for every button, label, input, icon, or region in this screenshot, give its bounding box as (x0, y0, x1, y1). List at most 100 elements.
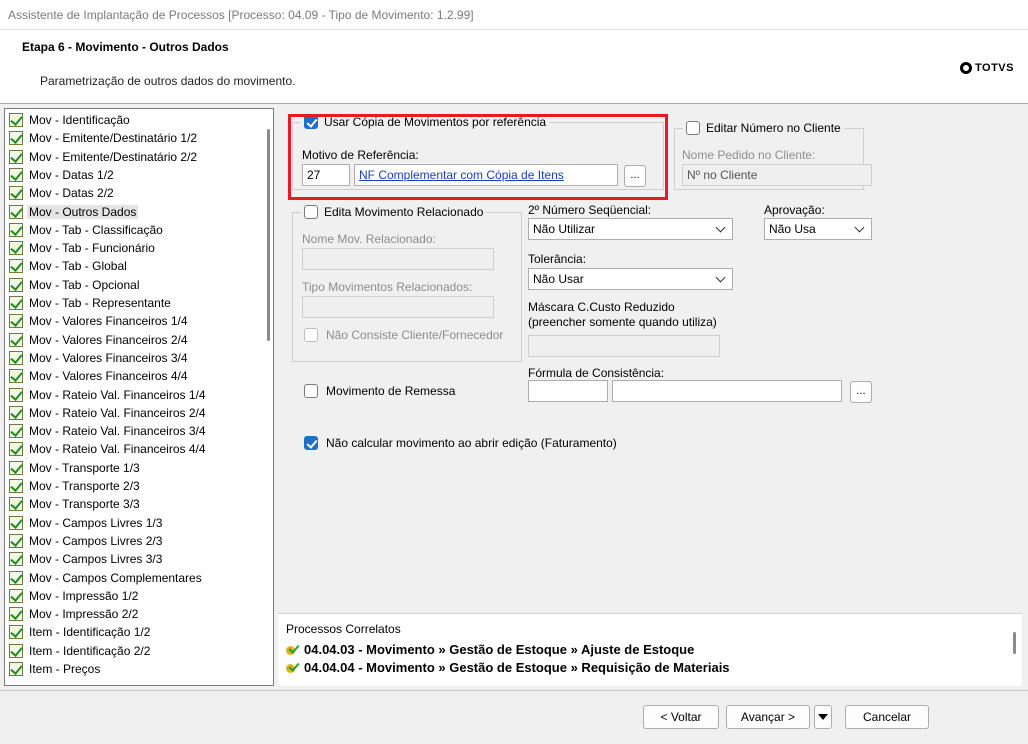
step-complete-icon (9, 149, 23, 164)
aprovacao-select[interactable]: Não Usa (764, 218, 872, 240)
step-item[interactable]: Item - Identificação 1/2 (9, 623, 152, 641)
step-item[interactable]: Mov - Tab - Representante (9, 294, 173, 312)
step-item[interactable]: Mov - Rateio Val. Financeiros 1/4 (9, 386, 208, 404)
step-label: Mov - Rateio Val. Financeiros 1/4 (29, 387, 206, 402)
step-item[interactable]: Mov - Rateio Val. Financeiros 2/4 (9, 404, 208, 422)
step-complete-icon (9, 369, 23, 384)
step-item[interactable]: Item - Identificação 2/2 (9, 642, 152, 660)
nao-calcular-checkbox-box[interactable] (304, 436, 318, 450)
step-item[interactable]: Mov - Datas 2/2 (9, 184, 116, 202)
correlatos-scrollbar[interactable] (1013, 632, 1016, 654)
remessa-checkbox[interactable]: Movimento de Remessa (304, 384, 455, 398)
step-item[interactable]: Mov - Campos Livres 1/3 (9, 514, 164, 532)
step-label: Mov - Campos Livres 1/3 (29, 515, 163, 530)
step-complete-icon (9, 405, 23, 420)
chevron-down-icon (715, 222, 726, 232)
segundo-numero-value: Não Utilizar (533, 222, 596, 236)
highlight-annotation (288, 114, 668, 200)
nao-consiste-checkbox-box[interactable] (304, 328, 318, 342)
step-list[interactable]: Mov - Identificação Mov - Emitente/Destin… (4, 108, 274, 686)
step-complete-icon (9, 222, 23, 237)
step-item[interactable]: Mov - Rateio Val. Financeiros 4/4 (9, 440, 208, 458)
formula-code-input[interactable] (528, 380, 608, 402)
pedido-cliente-input[interactable]: Nº no Cliente (682, 164, 872, 186)
step-complete-icon (9, 588, 23, 603)
step-item[interactable]: Mov - Campos Complementares (9, 569, 204, 587)
nao-calcular-checkbox[interactable]: Não calcular movimento ao abrir edição (… (304, 436, 617, 450)
correlato-label[interactable]: 04.04.04 - Movimento » Gestão de Estoque… (304, 660, 730, 675)
formula-description-input[interactable] (612, 380, 842, 402)
cancelar-button[interactable]: Cancelar (845, 705, 929, 729)
chevron-down-icon (715, 272, 726, 282)
step-complete-icon (9, 625, 23, 640)
voltar-button[interactable]: < Voltar (643, 705, 719, 729)
chevron-down-icon (854, 222, 865, 232)
step-item[interactable]: Mov - Tab - Global (9, 257, 129, 275)
mascara-input[interactable] (528, 335, 720, 357)
step-item[interactable]: Mov - Tab - Funcionário (9, 239, 157, 257)
step-item[interactable]: Mov - Tab - Classificação (9, 221, 165, 239)
remessa-checkbox-box[interactable] (304, 384, 318, 398)
step-item[interactable]: Mov - Transporte 2/3 (9, 477, 142, 495)
edita-mov-checkbox[interactable]: Edita Movimento Relacionado (301, 205, 487, 219)
aprovacao-label: Aprovação: (764, 203, 825, 217)
step-item[interactable]: Mov - Valores Financeiros 1/4 (9, 312, 190, 330)
step-item[interactable]: Mov - Impressão 1/2 (9, 587, 140, 605)
step-label: Mov - Impressão 1/2 (29, 588, 139, 603)
step-label: Mov - Tab - Funcionário (29, 241, 155, 256)
step-item[interactable]: Mov - Outros Dados (9, 203, 139, 221)
nome-mov-input[interactable] (302, 248, 494, 270)
step-label: Mov - Transporte 2/3 (29, 479, 140, 493)
step-item[interactable]: Item - Preços (9, 660, 102, 678)
correlato-item[interactable]: 04.04.04 - Movimento » Gestão de Estoque… (286, 660, 730, 675)
step-item[interactable]: Mov - Campos Livres 3/3 (9, 550, 164, 568)
step-label: Mov - Campos Complementares (29, 570, 202, 585)
step-item[interactable]: Mov - Valores Financeiros 2/4 (9, 331, 190, 349)
editar-numero-checkbox[interactable]: Editar Número no Cliente (683, 121, 844, 135)
correlatos-title: Processos Correlatos (286, 622, 401, 636)
step-item[interactable]: Mov - Campos Livres 2/3 (9, 532, 164, 550)
step-item[interactable]: Mov - Valores Financeiros 4/4 (9, 367, 190, 385)
step-label: Mov - Tab - Global (29, 259, 127, 274)
step-item[interactable]: Mov - Emitente/Destinatário 1/2 (9, 129, 199, 147)
step-label: Mov - Tab - Representante (29, 296, 171, 310)
step-item[interactable]: Mov - Rateio Val. Financeiros 3/4 (9, 422, 208, 440)
step-complete-icon (9, 296, 23, 310)
step-item[interactable]: Mov - Transporte 3/3 (9, 495, 142, 513)
step-complete-icon (9, 113, 23, 127)
segundo-numero-select[interactable]: Não Utilizar (528, 218, 733, 240)
step-label: Item - Identificação 2/2 (29, 643, 151, 658)
step-item[interactable]: Mov - Emitente/Destinatário 2/2 (9, 148, 199, 166)
step-complete-icon (9, 570, 23, 585)
footer-divider (0, 690, 1028, 691)
tolerancia-select[interactable]: Não Usar (528, 268, 733, 290)
avancar-button[interactable]: Avançar > (726, 705, 810, 729)
window-title: Assistente de Implantação de Processos [… (8, 8, 474, 22)
step-item[interactable]: Mov - Transporte 1/3 (9, 459, 142, 477)
step-label: Mov - Datas 1/2 (29, 167, 114, 182)
process-check-icon (286, 643, 300, 657)
correlato-label[interactable]: 04.04.03 - Movimento » Gestão de Estoque… (304, 642, 694, 657)
step-complete-icon (9, 479, 23, 493)
correlato-item[interactable]: 04.04.03 - Movimento » Gestão de Estoque… (286, 642, 694, 657)
step-item[interactable]: Mov - Valores Financeiros 3/4 (9, 349, 190, 367)
step-label: Mov - Rateio Val. Financeiros 4/4 (29, 442, 206, 457)
editar-numero-checkbox-box[interactable] (686, 121, 700, 135)
step-label: Mov - Valores Financeiros 3/4 (29, 350, 188, 365)
step-complete-icon (9, 241, 23, 256)
formula-lookup-button[interactable]: ... (850, 381, 872, 403)
step-list-scrollbar[interactable] (267, 129, 270, 341)
edita-mov-checkbox-box[interactable] (304, 205, 318, 219)
step-label: Mov - Campos Livres 2/3 (29, 533, 163, 548)
mascara-hint: (preencher somente quando utiliza) (528, 315, 717, 329)
step-item[interactable]: Mov - Tab - Opcional (9, 276, 142, 294)
step-item[interactable]: Mov - Identificação (9, 111, 132, 129)
nao-consiste-checkbox[interactable]: Não Consiste Cliente/Fornecedor (304, 328, 503, 342)
totvs-logo-icon (960, 62, 973, 74)
process-check-icon (286, 661, 300, 675)
step-item[interactable]: Mov - Datas 1/2 (9, 166, 116, 184)
step-item[interactable]: Mov - Impressão 2/2 (9, 605, 140, 623)
step-label: Mov - Emitente/Destinatário 2/2 (29, 149, 198, 164)
avancar-dropdown-button[interactable] (814, 705, 832, 729)
tipo-mov-input[interactable] (302, 296, 494, 318)
